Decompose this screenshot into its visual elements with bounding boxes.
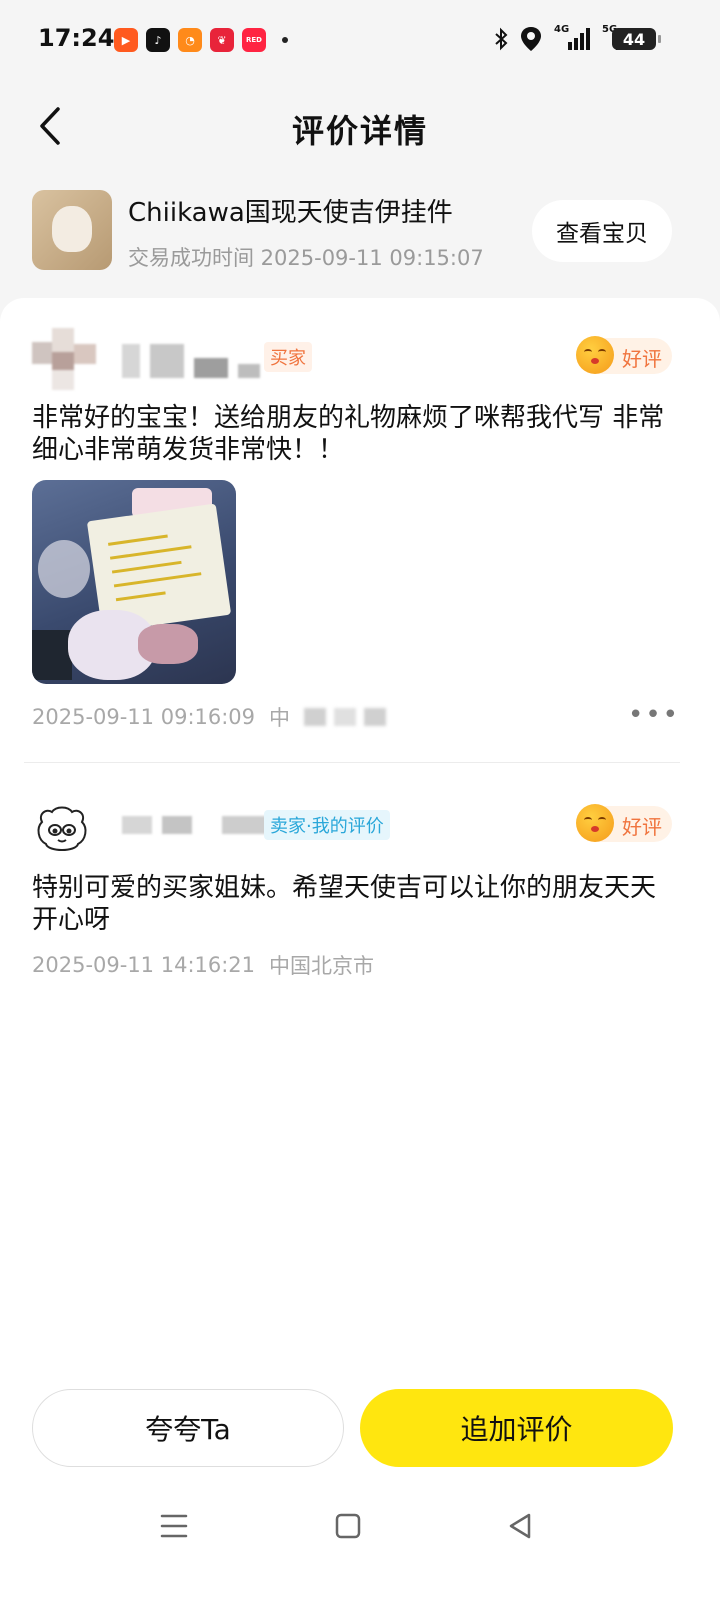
review-meta: 2025-09-11 14:16:21 中国北京市 [32,950,374,980]
cartoon-avatar-icon [37,806,87,851]
product-thumbnail[interactable] [32,190,112,270]
menu-icon [160,1514,188,1538]
page-title: 评价详情 [291,112,428,150]
notification-icons: ▶ ♪ ◔ ❦ RED [114,28,288,52]
rating-badge: 好评 [576,336,672,374]
location-blur [304,708,387,726]
review-timestamp: 2025-09-11 09:16:09 [32,705,256,729]
location-icon [521,27,541,51]
role-tag-buyer: 买家 [264,342,312,372]
smile-face-icon [576,804,614,842]
home-nav-button[interactable] [328,1508,368,1544]
home-square-icon [335,1513,361,1539]
product-title: Chiikawa国现天使吉伊挂件 [128,198,453,228]
add-review-button[interactable]: 追加评价 [360,1389,673,1467]
rating-label: 好评 [622,815,662,839]
signal-4g-icon: 4G [554,24,590,50]
menu-nav-button[interactable] [154,1508,194,1544]
review-location: 中 [269,706,291,730]
orange-app-icon: ◔ [178,28,202,52]
seller-avatar[interactable] [32,800,92,860]
red-app-icon: ❦ [210,28,234,52]
divider [24,762,680,763]
header: 评价详情 [0,84,720,168]
praise-button[interactable]: 夸夸Ta [32,1389,344,1467]
seller-name [122,816,266,834]
tiktok-icon: ♪ [146,28,170,52]
review-location: 中国北京市 [269,954,375,978]
review-photo[interactable] [32,480,236,684]
rating-label: 好评 [622,347,662,371]
xiaohongshu-icon: RED [242,28,266,52]
status-bar: 17:24 ▶ ♪ ◔ ❦ RED 4G 5G 44 [0,0,720,84]
trade-time: 交易成功时间 2025-09-11 09:15:07 [128,246,484,270]
battery-icon: 44 [612,28,661,50]
status-time: 17:24 [38,24,115,52]
more-options-button[interactable]: ••• [628,700,680,730]
role-tag-seller: 卖家·我的评价 [264,810,390,840]
back-nav-button[interactable] [500,1508,540,1544]
buyer-avatar[interactable] [32,328,108,392]
review-meta: 2025-09-11 09:16:09 中 [32,702,387,732]
review-text: 非常好的宝宝！送给朋友的礼物麻烦了咪帮我代写 非常细心非常萌发货非常快！！ [32,403,665,465]
video-app-icon: ▶ [114,28,138,52]
view-item-button[interactable]: 查看宝贝 [532,200,672,262]
review-text: 特别可爱的买家姐妹。希望天使吉可以让你的朋友天天开心呀 [32,873,657,935]
smile-face-icon [576,336,614,374]
rating-badge: 好评 [576,804,672,842]
product-row: Chiikawa国现天使吉伊挂件 交易成功时间 2025-09-11 09:15… [0,182,720,290]
bluetooth-icon [495,27,508,51]
system-nav-bar [0,1494,720,1558]
buyer-name [122,344,260,378]
more-notifications-dot [282,37,288,43]
back-triangle-icon [509,1513,531,1539]
review-timestamp: 2025-09-11 14:16:21 [32,953,256,977]
